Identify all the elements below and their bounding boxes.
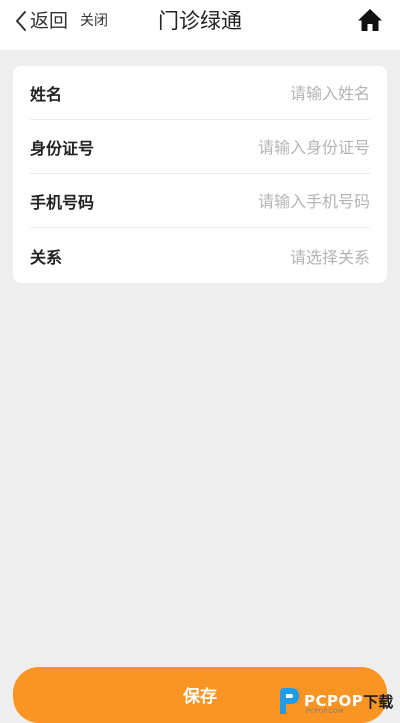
top-bar: 返回 关闭 门诊绿通 — [0, 0, 400, 50]
name-input[interactable] — [170, 83, 370, 103]
phone-input[interactable] — [170, 191, 370, 211]
form-row-phone[interactable]: 手机号码 — [30, 174, 370, 228]
id-number-input[interactable] — [170, 137, 370, 157]
name-label: 姓名 — [30, 85, 63, 104]
relationship-select[interactable]: 请选择关系 — [290, 244, 370, 268]
watermark-subtext: PCPOP.COM — [306, 708, 344, 715]
p-logo-icon — [280, 688, 299, 714]
save-button-label: 保存 — [183, 687, 217, 707]
form-row-relationship[interactable]: 关系 请选择关系 — [30, 229, 370, 283]
row-divider — [30, 227, 370, 228]
form-row-id-number[interactable]: 身份证号 — [30, 120, 370, 174]
phone-label: 手机号码 — [30, 193, 95, 212]
watermark: PCPOP 下载 PCPOP.COM — [276, 683, 398, 719]
relationship-label: 关系 — [30, 248, 63, 267]
home-icon[interactable] — [357, 7, 383, 33]
id-number-label: 身份证号 — [30, 139, 95, 158]
watermark-suffix: 下载 — [363, 692, 394, 711]
form-card: 姓名 身份证号 手机号码 关系 请选择关系 — [13, 66, 387, 283]
page-title: 门诊绿通 — [158, 9, 242, 33]
form-row-name[interactable]: 姓名 — [30, 66, 370, 120]
